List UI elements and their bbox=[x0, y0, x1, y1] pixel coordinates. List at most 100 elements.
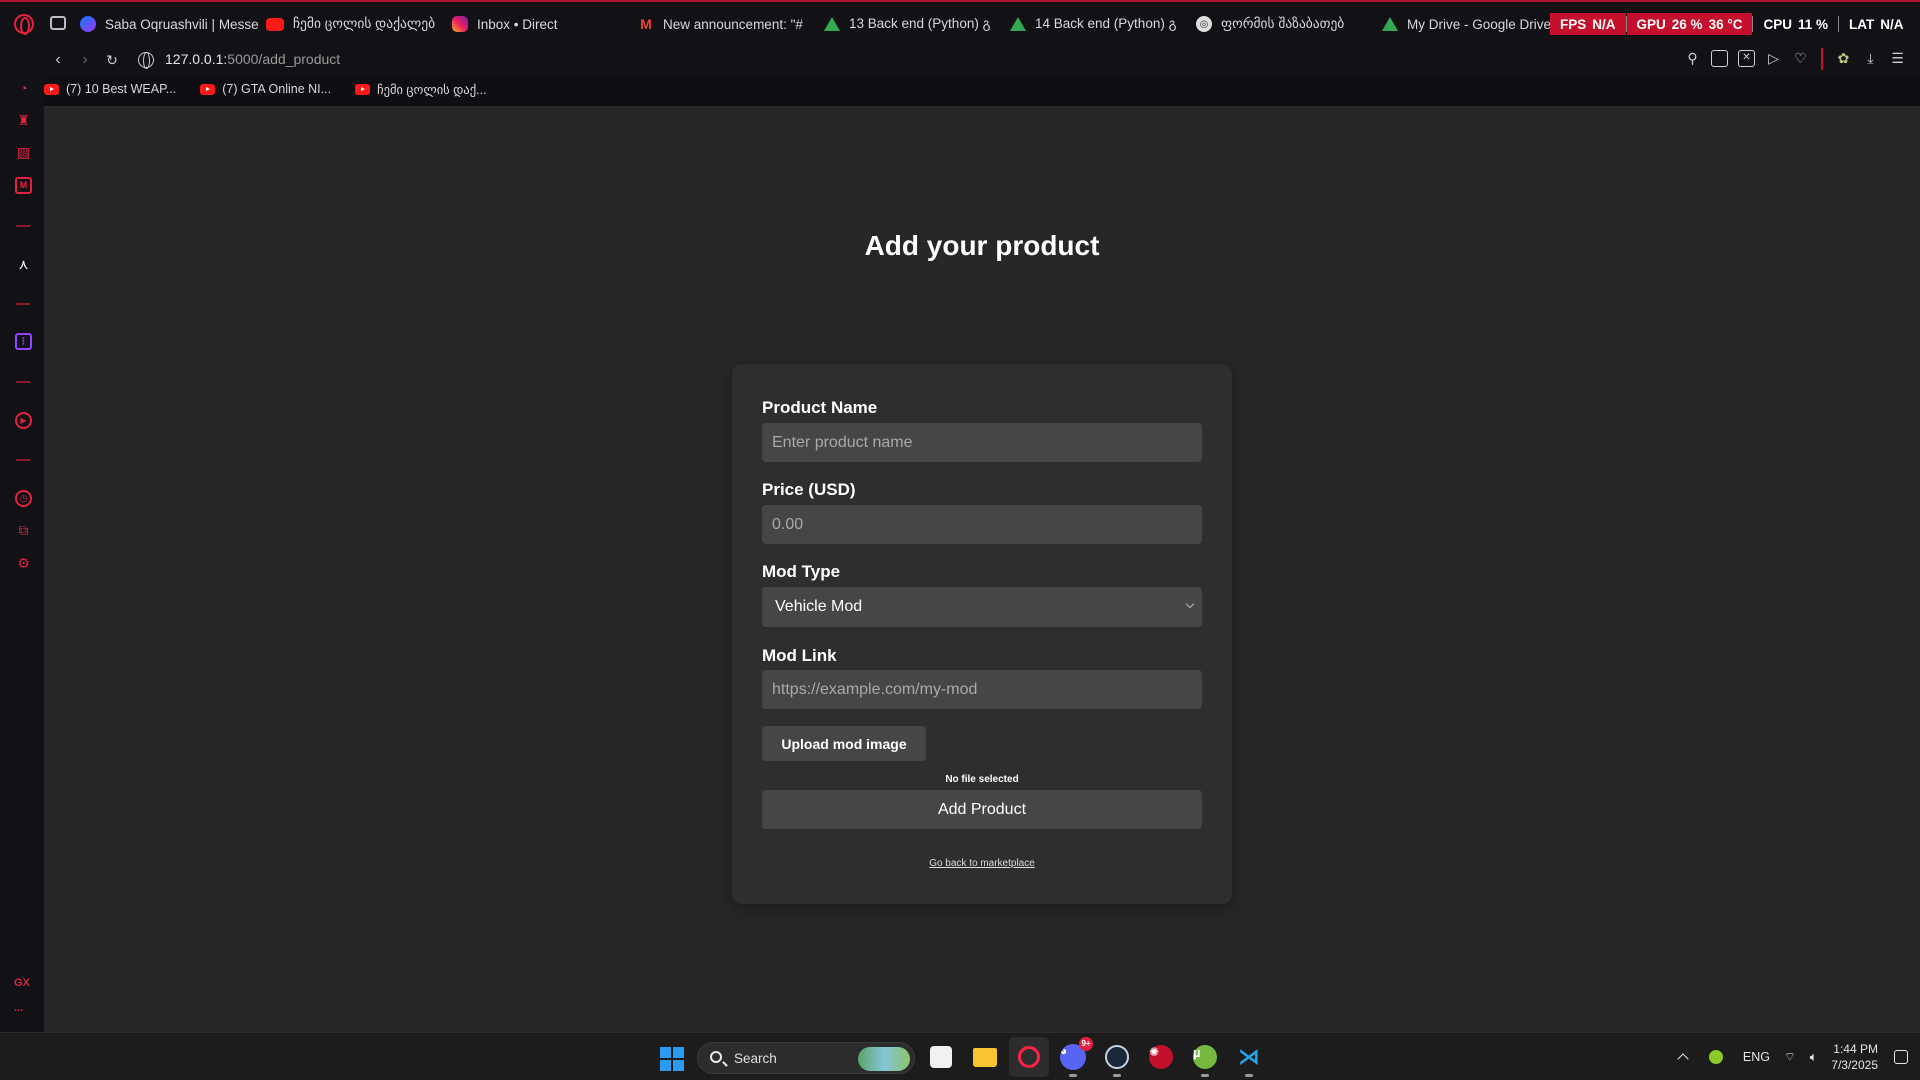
product-name-input[interactable] bbox=[762, 423, 1202, 462]
player-sidebar-icon[interactable]: ▶ bbox=[15, 412, 32, 429]
tab-drive-13[interactable]: 13 Back end (Python) გ bbox=[824, 12, 1010, 36]
mod-type-select[interactable]: Vehicle Mod bbox=[762, 587, 1202, 627]
back-to-marketplace-link[interactable]: Go back to marketplace bbox=[732, 858, 1232, 869]
easy-setup-menu-icon[interactable]: ☰ bbox=[1889, 50, 1906, 67]
tab-label: Saba Oqruashvili | Messe bbox=[105, 16, 259, 32]
language-indicator[interactable]: ENG bbox=[1743, 1050, 1770, 1064]
site-info-globe-icon[interactable] bbox=[138, 52, 154, 69]
file-explorer-taskbar-button[interactable] bbox=[971, 1043, 999, 1071]
volume-icon[interactable]: 🔈︎ bbox=[1810, 1050, 1818, 1065]
download-icon[interactable]: ⤓ bbox=[1862, 50, 1879, 67]
wifi-icon[interactable]: ⌔ bbox=[1784, 1049, 1796, 1065]
url-field[interactable]: 127.0.0.1:5000/add_product bbox=[165, 51, 340, 67]
aria-ai-icon[interactable]: ⋏ bbox=[15, 256, 32, 273]
bookmark-pin-icon[interactable]: ⚲ bbox=[1684, 50, 1701, 67]
taskbar-search-placeholder: Search bbox=[734, 1051, 777, 1066]
mod-link-input[interactable] bbox=[762, 670, 1202, 709]
bookmarks-bar: (7) 10 Best WEAP... (7) GTA Online NI...… bbox=[44, 76, 487, 102]
add-product-button[interactable]: Add Product bbox=[762, 790, 1202, 829]
reload-icon[interactable]: ↻ bbox=[104, 52, 120, 68]
discord-taskbar-button[interactable]: ◕ 9+ bbox=[1059, 1037, 1093, 1077]
gpu-value: 26 % bbox=[1671, 16, 1703, 32]
gx-badge[interactable]: GX bbox=[14, 977, 30, 989]
settings-gear-icon[interactable]: ⚙ bbox=[15, 555, 32, 572]
mod-type-label: Mod Type bbox=[762, 562, 841, 581]
tab-form[interactable]: ◎ ფორმის შაზაბათებ bbox=[1196, 12, 1382, 36]
forward-arrow-icon[interactable]: › bbox=[77, 52, 93, 68]
sidebar-divider bbox=[16, 459, 30, 461]
url-host: 127.0.0.1: bbox=[165, 51, 228, 67]
ad-block-icon[interactable]: ✕ bbox=[1738, 50, 1755, 67]
tab-label: New announcement: "# bbox=[663, 16, 803, 32]
file-explorer-icon bbox=[973, 1047, 997, 1067]
fps-readout: FPS N/A bbox=[1550, 13, 1626, 35]
bookmark-item[interactable]: (7) 10 Best WEAP... bbox=[44, 76, 176, 102]
bookmark-item[interactable]: (7) GTA Online NI... bbox=[200, 76, 331, 102]
mod-type-selected-value: Vehicle Mod bbox=[775, 598, 863, 615]
tab-label: Inbox • Direct bbox=[477, 16, 558, 32]
cpu-value: 11 % bbox=[1798, 16, 1829, 32]
youtube-icon bbox=[200, 83, 216, 95]
system-tray: ENG ⌔ 🔈︎ 1:44 PM 7/3/2025 bbox=[1677, 1033, 1920, 1080]
tab-drive-14[interactable]: 14 Back end (Python) გ bbox=[1010, 12, 1196, 36]
player-icon[interactable]: ▷ bbox=[1765, 50, 1782, 67]
price-input[interactable] bbox=[762, 505, 1202, 544]
show-hidden-icons-chevron-icon[interactable] bbox=[1677, 1053, 1689, 1065]
steam-taskbar-button[interactable] bbox=[1103, 1043, 1131, 1077]
gx-control-icon[interactable]: ◔ bbox=[15, 80, 32, 97]
cpu-label: CPU bbox=[1763, 16, 1792, 32]
page-title: Add your product bbox=[864, 230, 1100, 261]
lat-value: N/A bbox=[1880, 16, 1904, 32]
clock-date: 7/3/2025 bbox=[1831, 1058, 1878, 1072]
instagram-icon bbox=[452, 16, 468, 32]
sidebar-more-icon[interactable]: ... bbox=[14, 1002, 23, 1014]
back-arrow-icon[interactable]: ‹ bbox=[50, 52, 66, 68]
twitch-icon[interactable]: ⋮ bbox=[15, 333, 32, 350]
microsoft-store-taskbar-button[interactable] bbox=[927, 1043, 955, 1071]
messenger-sidebar-icon[interactable]: M bbox=[15, 177, 32, 194]
add-product-form: Product Name Price (USD) Mod Type Vehicl… bbox=[732, 364, 1232, 904]
history-clock-icon[interactable]: ◷ bbox=[15, 490, 32, 507]
gpu-readout: GPU 26 % 36 °C bbox=[1626, 13, 1753, 35]
gx-corner-icon[interactable]: ♜ bbox=[15, 112, 32, 129]
extensions-puzzle-icon[interactable]: ⧉ bbox=[15, 522, 32, 539]
price-label: Price (USD) bbox=[762, 480, 856, 499]
bookmark-item[interactable]: ჩემი ცოლის დაქ... bbox=[355, 76, 487, 102]
bookmark-label: (7) 10 Best WEAP... bbox=[66, 82, 177, 96]
running-indicator bbox=[1201, 1074, 1209, 1077]
snapshot-icon[interactable] bbox=[1711, 50, 1728, 67]
notification-icon[interactable] bbox=[1894, 1050, 1908, 1064]
tray-app-icon[interactable] bbox=[1708, 1050, 1723, 1064]
windows-taskbar: Search ◕ 9+ ✺ µ ⋊ ENG ⌔ 🔈︎ 1:44 PM 7/3/2… bbox=[0, 1032, 1920, 1080]
search-icon bbox=[710, 1051, 722, 1063]
red-app-taskbar-button[interactable]: ✺ bbox=[1147, 1043, 1175, 1071]
youtube-icon bbox=[266, 17, 284, 31]
tab-label: ფორმის შაზაბათებ bbox=[1221, 16, 1345, 31]
utorrent-taskbar-button[interactable]: µ bbox=[1191, 1043, 1219, 1077]
start-tile bbox=[673, 1047, 684, 1058]
windows-start-icon[interactable] bbox=[660, 1047, 684, 1071]
bookmark-label: ჩემი ცოლის დაქ... bbox=[377, 82, 487, 97]
opera-gx-taskbar-button[interactable] bbox=[1009, 1037, 1049, 1077]
taskbar-search[interactable]: Search bbox=[697, 1042, 915, 1074]
start-tile bbox=[673, 1060, 684, 1071]
tab-my-drive[interactable]: My Drive - Google Drive bbox=[1382, 12, 1568, 36]
gx-profile-icon[interactable]: ✿ bbox=[1835, 50, 1852, 67]
tab-menu-icon[interactable] bbox=[50, 16, 66, 30]
favorite-heart-icon[interactable]: ♡ bbox=[1792, 50, 1809, 67]
clock[interactable]: 1:44 PM 7/3/2025 bbox=[1831, 1041, 1878, 1073]
address-bar-actions: ⚲ ✕ ▷ ♡ ✿ ⤓ ☰ bbox=[1684, 48, 1906, 70]
tab-messenger[interactable]: Saba Oqruashvili | Messe bbox=[80, 12, 266, 36]
running-indicator bbox=[1113, 1074, 1121, 1077]
hot-tabs-killer-icon[interactable]: ▨ bbox=[15, 144, 32, 161]
discord-notification-badge: 9+ bbox=[1079, 1037, 1093, 1051]
tab-gmail[interactable]: M New announcement: "# bbox=[638, 12, 824, 36]
opera-gx-logo-icon[interactable] bbox=[14, 14, 34, 35]
tab-youtube[interactable]: ჩემი ცოლის დაქალებ bbox=[266, 12, 452, 36]
page-viewport: Add your product Product Name Price (USD… bbox=[44, 106, 1920, 1032]
fps-value: N/A bbox=[1592, 16, 1616, 32]
tab-instagram[interactable]: Inbox • Direct bbox=[452, 12, 638, 36]
upload-mod-image-button[interactable]: Upload mod image bbox=[762, 726, 926, 761]
site-icon: ◎ bbox=[1196, 16, 1212, 32]
vscode-taskbar-button[interactable]: ⋊ bbox=[1235, 1043, 1263, 1077]
